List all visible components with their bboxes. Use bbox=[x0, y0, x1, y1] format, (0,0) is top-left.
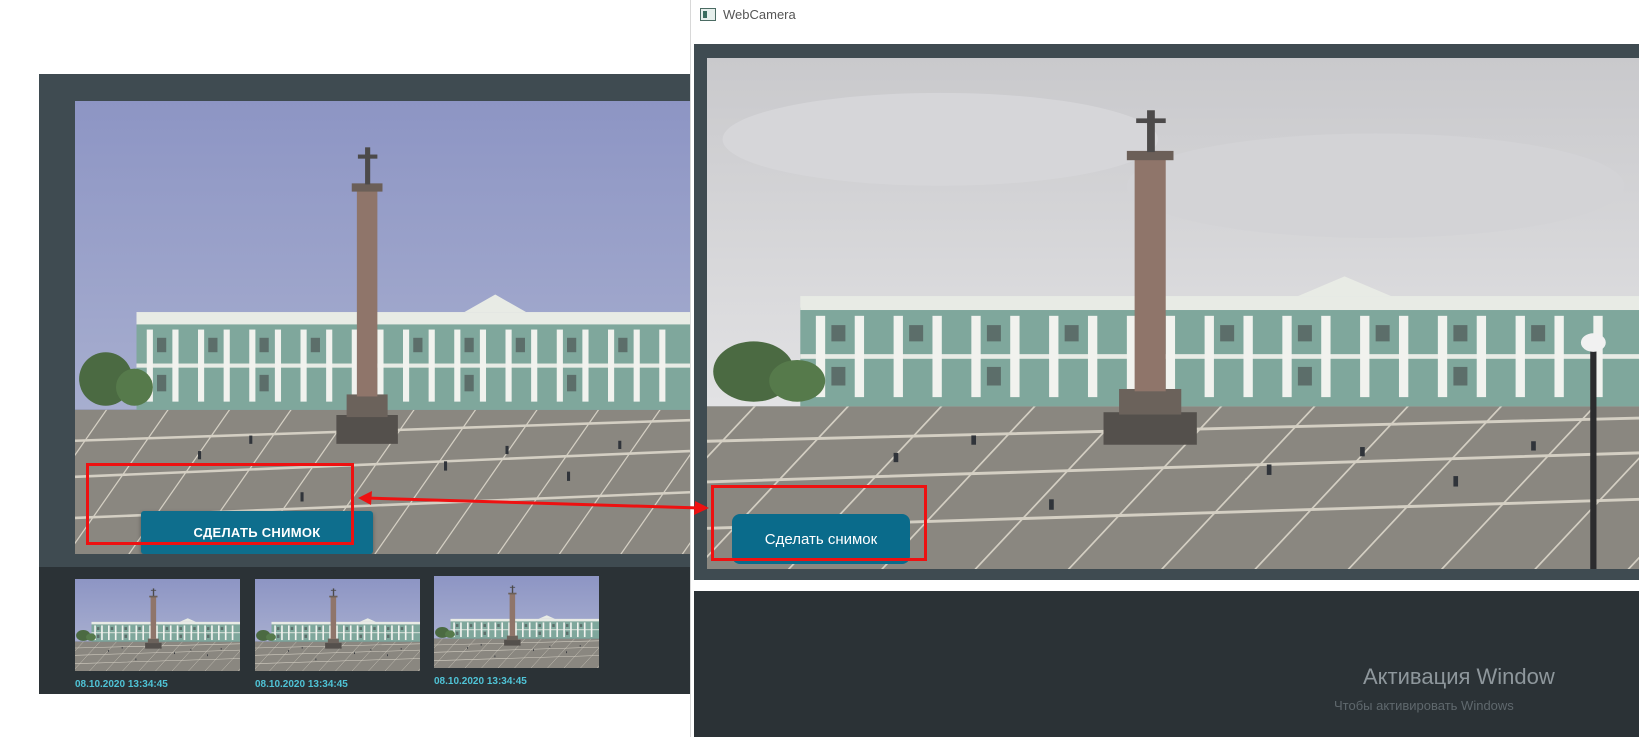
app-window-icon bbox=[700, 8, 716, 21]
webcamera-window: WebCamera Сделать снимок Активация Windo… bbox=[690, 0, 1639, 737]
left-app-panel: СДЕЛАТЬ СНИМОК 08.10.2020 13:34:45 08.10… bbox=[39, 74, 690, 694]
snapshot-timestamp: 08.10.2020 13:34:45 bbox=[255, 679, 348, 690]
activation-watermark-subtitle: Чтобы активировать Windows bbox=[1334, 698, 1514, 713]
window-titlebar[interactable]: WebCamera bbox=[691, 0, 1639, 30]
activation-watermark-title: Активация Window bbox=[1363, 664, 1555, 689]
annotation-highlight-right bbox=[711, 485, 927, 561]
snapshot-timestamp: 08.10.2020 13:34:45 bbox=[75, 679, 168, 690]
snapshot-thumbnail[interactable] bbox=[434, 576, 599, 668]
snapshot-thumbnail[interactable] bbox=[75, 579, 240, 671]
snapshot-timestamp: 08.10.2020 13:34:45 bbox=[434, 676, 527, 687]
window-title: WebCamera bbox=[723, 7, 796, 22]
snapshot-thumbnail[interactable] bbox=[255, 579, 420, 671]
annotation-highlight-left bbox=[86, 463, 354, 545]
snapshots-panel: Активация Window Чтобы активировать Wind… bbox=[694, 591, 1639, 737]
